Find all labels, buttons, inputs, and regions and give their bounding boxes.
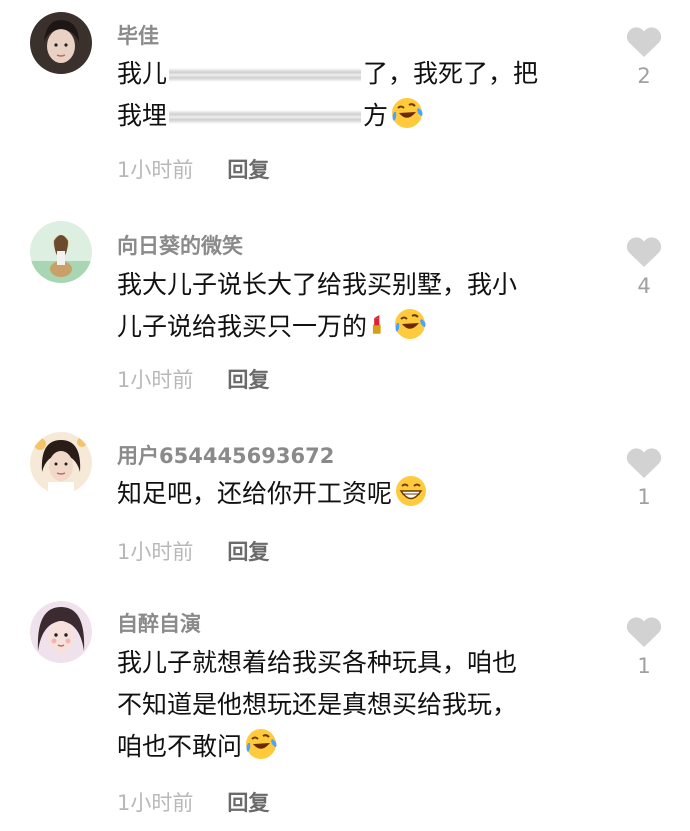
- reply-button[interactable]: 回复: [227, 368, 269, 392]
- like-button[interactable]: 1: [624, 616, 664, 678]
- comment-text-line: 不知道是他想玩还是真想买给我玩，: [117, 690, 518, 719]
- comment-text-line: 我大儿子说长大了给我买别墅，我小: [117, 270, 518, 299]
- comment-text-segment: 知足吧，还给你开工资呢: [117, 479, 393, 508]
- avatar[interactable]: [30, 12, 92, 74]
- redacted-blur: [169, 68, 362, 82]
- reply-button[interactable]: 回复: [227, 791, 269, 815]
- like-count: 2: [637, 64, 651, 88]
- comment-text: 我儿子就想着给我买各种玩具，咱也 不知道是他想玩还是真想买给我玩， 咱也不敢问: [117, 642, 587, 768]
- comment-text-line: 我儿子就想着给我买各种玩具，咱也: [117, 648, 518, 677]
- comment-text: 我大儿子说长大了给我买别墅，我小 儿子说给我买只一万的: [117, 264, 587, 348]
- comment-meta: 1小时前 回复: [117, 536, 269, 566]
- like-button[interactable]: 4: [624, 236, 664, 298]
- timestamp: 1小时前: [117, 158, 194, 182]
- comment-meta: 1小时前 回复: [117, 787, 269, 817]
- comment-text-segment: 咱也不敢问: [117, 732, 243, 761]
- reply-button[interactable]: 回复: [227, 158, 269, 182]
- heart-icon: [626, 617, 662, 647]
- heart-icon: [626, 448, 662, 478]
- comment-meta: 1小时前 回复: [117, 364, 269, 394]
- avatar[interactable]: [30, 601, 92, 663]
- comment-text-segment: 我儿: [117, 59, 168, 88]
- username[interactable]: 向日葵的微笑: [117, 230, 243, 260]
- timestamp: 1小时前: [117, 368, 194, 392]
- tears-of-joy-emoji: [246, 729, 277, 759]
- comment-text-segment: 我埋: [117, 101, 168, 130]
- grinning-emoji: [396, 476, 427, 506]
- like-count: 4: [637, 274, 651, 298]
- redacted-blur: [169, 110, 362, 124]
- avatar[interactable]: [30, 432, 92, 494]
- like-count: 1: [637, 485, 651, 509]
- timestamp: 1小时前: [117, 540, 194, 564]
- lipstick-emoji: [372, 314, 381, 334]
- comment-text-segment: 了，我死了，把: [363, 59, 539, 88]
- avatar[interactable]: [30, 221, 92, 283]
- username[interactable]: 用户654445693672: [117, 440, 334, 470]
- comment-text-segment: 方: [363, 101, 389, 130]
- reply-button[interactable]: 回复: [227, 540, 269, 564]
- comment-text-segment: 儿子说给我买只一万的: [117, 312, 368, 341]
- username[interactable]: 自醉自演: [117, 608, 201, 638]
- tears-of-joy-emoji: [395, 309, 426, 339]
- tears-of-joy-emoji: [392, 98, 423, 128]
- comment-text: 我儿 了，我死了，把 我埋 方: [117, 53, 587, 137]
- comment-text: 知足吧，还给你开工资呢: [117, 473, 587, 515]
- like-count: 1: [637, 654, 651, 678]
- like-button[interactable]: 2: [624, 26, 664, 88]
- timestamp: 1小时前: [117, 791, 194, 815]
- comment-meta: 1小时前 回复: [117, 154, 269, 184]
- heart-icon: [626, 27, 662, 57]
- username[interactable]: 毕佳: [117, 20, 159, 50]
- heart-icon: [626, 237, 662, 267]
- like-button[interactable]: 1: [624, 447, 664, 509]
